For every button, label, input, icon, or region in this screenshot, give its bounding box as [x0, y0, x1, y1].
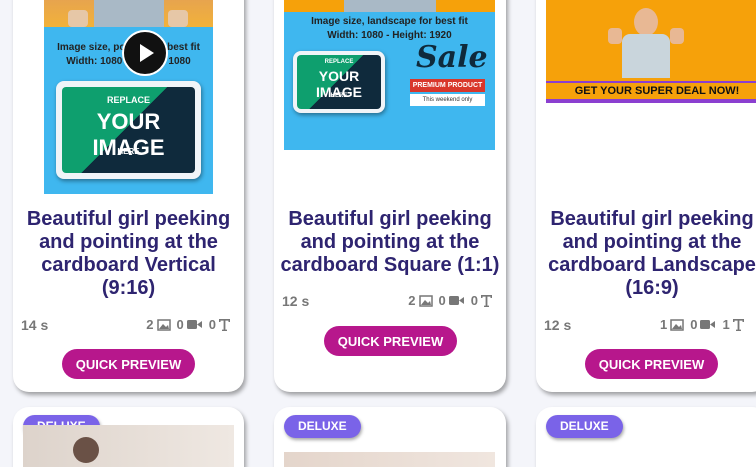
premium-product-label: PREMIUM PRODUCT [410, 79, 485, 92]
image-icon [670, 318, 684, 331]
play-button[interactable] [122, 30, 168, 76]
deluxe-badge: DELUXE [546, 415, 623, 438]
image-icon [418, 294, 433, 307]
template-card-vertical[interactable]: Image size, portrait for best fit Width:… [13, 0, 244, 392]
sign-bottom-text: HERE [117, 147, 140, 156]
video-camera-icon [700, 320, 716, 329]
play-icon [140, 44, 154, 62]
template-title: Beautiful girl peeking and pointing at t… [548, 208, 756, 299]
template-card-deluxe[interactable]: DELUXE [13, 407, 244, 467]
video-count: 0 [176, 317, 184, 332]
image-count: 2 [408, 293, 416, 308]
duration-label: 12 s [544, 317, 572, 333]
asset-counts: 2 0 0 [146, 317, 230, 332]
template-thumbnail[interactable]: GET YOUR SUPER DEAL NOW! [546, 0, 756, 103]
template-thumbnail[interactable] [23, 425, 234, 467]
template-card-square[interactable]: Image size, landscape for best fit Width… [274, 0, 506, 392]
image-count: 1 [660, 317, 668, 332]
replace-image-sign: REPLACE YOUR IMAGE HERE [56, 81, 201, 179]
text-icon [732, 318, 744, 331]
text-count: 0 [470, 293, 478, 308]
duration-label: 14 s [21, 317, 49, 333]
thumbnail-top-photo [44, 0, 213, 27]
video-camera-icon [448, 296, 464, 305]
template-thumbnail[interactable] [284, 452, 495, 467]
thumbnail-size-line1: Image size, landscape for best fit [311, 16, 468, 27]
weekend-only-label: This weekend only [410, 94, 485, 106]
asset-counts: 2 0 0 [408, 293, 492, 308]
quick-preview-button[interactable]: QUICK PREVIEW [62, 349, 195, 379]
template-title: Beautiful girl peeking and pointing at t… [26, 208, 231, 299]
text-icon [481, 294, 492, 307]
thumbnail-photo [608, 8, 684, 78]
duration-label: 12 s [282, 293, 310, 309]
template-thumbnail[interactable]: Image size, landscape for best fit Width… [284, 0, 495, 150]
video-count: 0 [438, 293, 446, 308]
sign-top-text: REPLACE [324, 59, 354, 65]
sign-bottom-text: HERE [330, 93, 348, 99]
deluxe-badge: DELUXE [284, 415, 361, 438]
video-camera-icon [186, 320, 202, 329]
quick-preview-button[interactable]: QUICK PREVIEW [324, 326, 457, 356]
text-count: 0 [208, 317, 216, 332]
deal-banner: GET YOUR SUPER DEAL NOW! [546, 81, 756, 103]
replace-image-sign: REPLACE YOUR IMAGE HERE [293, 51, 385, 113]
sale-text: Sale [416, 40, 488, 75]
template-title: Beautiful girl peeking and pointing at t… [280, 208, 500, 276]
template-card-deluxe[interactable]: DELUXE [536, 407, 756, 467]
text-count: 1 [722, 317, 730, 332]
video-count: 0 [690, 317, 698, 332]
text-icon [219, 318, 230, 331]
sign-top-text: REPLACE [106, 95, 150, 105]
template-thumbnail[interactable]: Image size, portrait for best fit Width:… [44, 0, 213, 194]
template-card-deluxe[interactable]: DELUXE [274, 407, 506, 467]
quick-preview-button[interactable]: QUICK PREVIEW [585, 349, 718, 379]
image-count: 2 [146, 317, 154, 332]
template-card-landscape[interactable]: GET YOUR SUPER DEAL NOW! Beautiful girl … [536, 0, 756, 392]
asset-counts: 1 0 1 [660, 317, 744, 332]
image-icon [156, 318, 171, 331]
thumbnail-top-photo [284, 0, 495, 12]
